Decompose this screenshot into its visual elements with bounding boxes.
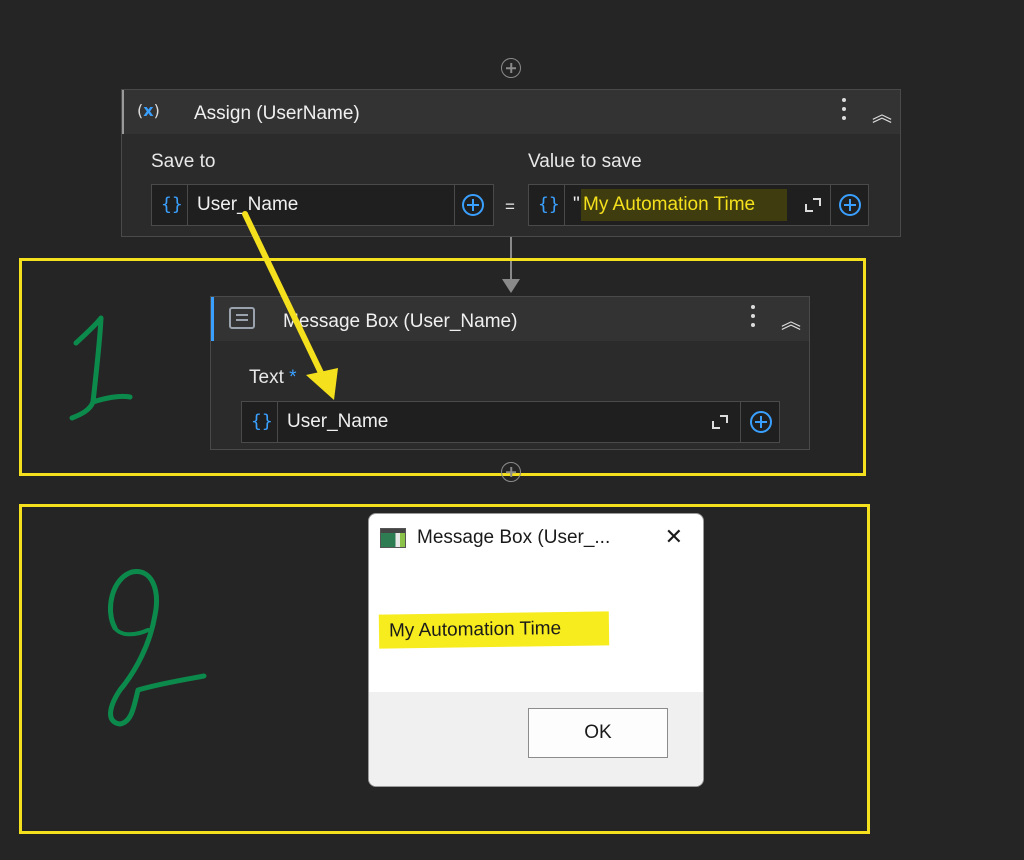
message-box-dialog[interactable]: Message Box (User_... ✕ My Automation Ti…	[368, 513, 704, 787]
ok-button[interactable]: OK	[528, 708, 668, 758]
app-window-icon	[380, 528, 406, 548]
dialog-title: Message Box (User_...	[417, 527, 611, 548]
dialog-message: My Automation Time	[378, 611, 610, 649]
close-icon[interactable]: ✕	[665, 524, 683, 550]
